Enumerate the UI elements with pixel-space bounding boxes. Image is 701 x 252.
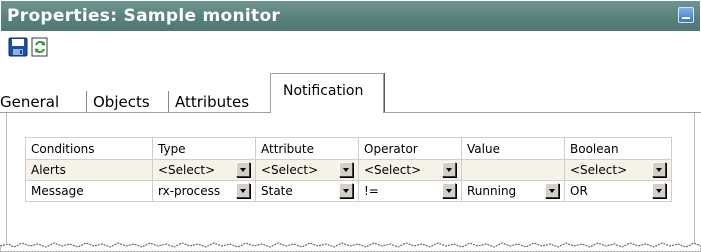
boolean-select-value: <Select> (570, 163, 628, 177)
tab-general[interactable]: General (0, 91, 59, 113)
row-label-message: Message (25, 180, 153, 202)
value-select-message[interactable]: Running (461, 180, 565, 202)
dropdown-arrow-icon[interactable] (442, 183, 456, 198)
tab-bar: General Objects Attributes Notification (0, 73, 701, 113)
attribute-select-value: State (261, 184, 293, 198)
save-icon[interactable] (8, 37, 28, 57)
tab-notification-label: Notification (283, 83, 364, 99)
tab-attributes[interactable]: Attributes (168, 91, 249, 113)
window-title: Properties: Sample monitor (7, 6, 281, 26)
column-header-operator: Operator (358, 137, 462, 160)
row-label-alerts: Alerts (25, 159, 153, 181)
table-header-row: Conditions Type Attribute Operator Value… (25, 137, 672, 160)
attribute-select-alerts[interactable]: <Select> (255, 159, 359, 181)
refresh-icon[interactable] (30, 37, 50, 57)
minimize-icon[interactable] (678, 7, 694, 23)
value-select-value: Running (467, 184, 517, 198)
dropdown-arrow-icon[interactable] (652, 162, 666, 177)
dropdown-arrow-icon[interactable] (236, 162, 250, 177)
tab-objects[interactable]: Objects (86, 91, 150, 113)
attribute-select-message[interactable]: State (255, 180, 359, 202)
type-select-alerts[interactable]: <Select> (152, 159, 256, 181)
value-cell-alerts (461, 159, 565, 181)
type-select-message[interactable]: rx-process (152, 180, 256, 202)
dropdown-arrow-icon[interactable] (652, 183, 666, 198)
operator-select-alerts[interactable]: <Select> (358, 159, 462, 181)
tab-notification[interactable]: Notification (270, 73, 384, 113)
dropdown-arrow-icon[interactable] (545, 183, 559, 198)
dropdown-arrow-icon[interactable] (236, 183, 250, 198)
title-bar: Properties: Sample monitor (1, 1, 700, 31)
column-header-conditions: Conditions (25, 137, 153, 160)
dropdown-arrow-icon[interactable] (339, 162, 353, 177)
boolean-select-message[interactable]: OR (564, 180, 672, 202)
attribute-select-value: <Select> (261, 163, 319, 177)
column-header-boolean: Boolean (564, 137, 672, 160)
dropdown-arrow-icon[interactable] (339, 183, 353, 198)
conditions-table: Conditions Type Attribute Operator Value… (25, 137, 672, 202)
torn-edge (0, 242, 701, 252)
table-row: Alerts <Select> <Select> <Select> <Selec… (25, 159, 672, 181)
operator-select-message[interactable]: != (358, 180, 462, 202)
boolean-select-alerts[interactable]: <Select> (564, 159, 672, 181)
operator-select-value: <Select> (364, 163, 422, 177)
type-select-value: <Select> (158, 163, 216, 177)
operator-select-value: != (364, 184, 379, 198)
column-header-type: Type (152, 137, 256, 160)
column-header-value: Value (461, 137, 565, 160)
boolean-select-value: OR (570, 184, 588, 198)
table-row: Message rx-process State != Running OR (25, 180, 672, 202)
properties-window: Properties: Sample monitor General Objec… (0, 0, 701, 252)
dropdown-arrow-icon[interactable] (442, 162, 456, 177)
type-select-value: rx-process (158, 184, 221, 198)
column-header-attribute: Attribute (255, 137, 359, 160)
